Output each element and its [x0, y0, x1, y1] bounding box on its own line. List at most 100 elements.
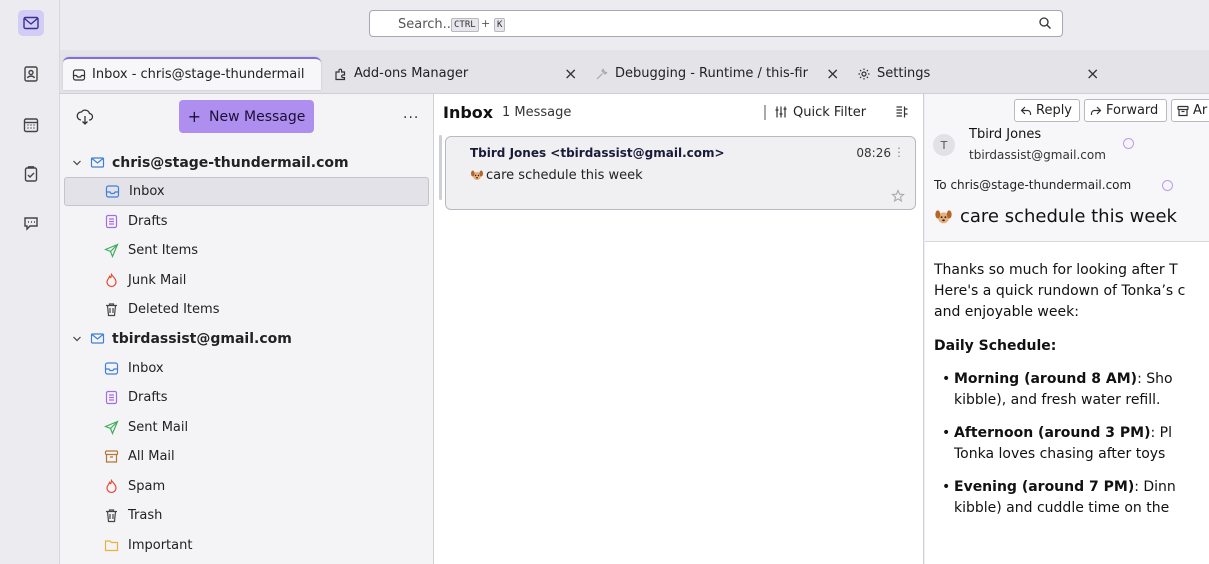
- inbox-icon: [72, 68, 86, 81]
- schedule-heading: Daily Schedule:: [934, 338, 1057, 354]
- item-rest: : Sho: [1137, 371, 1173, 387]
- folder-label: Junk Mail: [128, 273, 187, 288]
- address-book-space-button[interactable]: [18, 61, 44, 87]
- folder-spam[interactable]: Spam: [60, 472, 434, 501]
- tab-settings[interactable]: Settings ×: [848, 57, 1109, 90]
- account-row-tbirdassist[interactable]: tbirdassist@gmail.com: [60, 324, 434, 353]
- intro-paragraph: Thanks so much for looking after T Here'…: [934, 260, 1209, 323]
- mail-space-button[interactable]: [18, 10, 44, 36]
- folder-label: Drafts: [128, 390, 168, 405]
- inbox-icon: [104, 362, 119, 375]
- tab-inbox[interactable]: Inbox - chris@stage-thundermail: [63, 57, 321, 90]
- reply-label: Reply: [1036, 103, 1073, 118]
- get-messages-icon[interactable]: [76, 108, 94, 126]
- schedule-list: Morning (around 8 AM): Sho kibble), and f…: [934, 369, 1209, 519]
- shortcut-plus: +: [481, 17, 491, 30]
- tab-label: Settings: [877, 66, 931, 81]
- chevron-down-icon[interactable]: [72, 334, 82, 344]
- archive-button[interactable]: Ar: [1171, 99, 1209, 122]
- folder-drafts[interactable]: Drafts: [60, 383, 434, 412]
- search-placeholder: Search...: [398, 17, 456, 32]
- shortcut-k-key: K: [494, 18, 506, 32]
- tab-label: Inbox - chris@stage-thundermail: [92, 67, 305, 82]
- divider: [764, 105, 766, 120]
- folder-junk-mail[interactable]: Junk Mail: [60, 266, 434, 295]
- more-options-icon[interactable]: ⋮: [893, 145, 905, 159]
- sender-email[interactable]: tbirdassist@gmail.com: [969, 148, 1106, 162]
- avatar: T: [933, 134, 955, 156]
- folder-inbox[interactable]: Inbox: [60, 354, 434, 383]
- folder-trash[interactable]: Trash: [60, 501, 434, 530]
- quick-filter-button[interactable]: Quick Filter: [793, 105, 866, 120]
- close-tab-icon[interactable]: ×: [826, 64, 839, 83]
- plus-icon: +: [187, 107, 202, 126]
- puzzle-icon: [335, 68, 346, 80]
- email-account-icon: [90, 333, 105, 344]
- reply-button[interactable]: Reply: [1014, 99, 1080, 122]
- close-tab-icon[interactable]: ×: [1086, 64, 1099, 83]
- folder-title: Inbox: [443, 103, 494, 122]
- reply-icon: [1020, 106, 1032, 115]
- drafts-icon: [105, 390, 118, 405]
- new-message-button[interactable]: + New Message: [179, 100, 314, 133]
- tab-debugging[interactable]: Debugging - Runtime / this-fir ×: [586, 57, 848, 90]
- folder-inbox[interactable]: Inbox: [64, 177, 429, 206]
- account-row-chris[interactable]: chris@stage-thundermail.com: [60, 148, 434, 177]
- new-message-label: New Message: [209, 108, 306, 125]
- star-icon[interactable]: [891, 189, 905, 203]
- contact-badge-icon: [1162, 180, 1173, 191]
- trash-icon: [106, 303, 117, 317]
- message-card[interactable]: Tbird Jones <tbirdassist@gmail.com> 08:2…: [445, 136, 916, 210]
- folder-drafts[interactable]: Drafts: [60, 207, 434, 236]
- unified-toolbar: Search... CTRL + K: [60, 0, 1209, 50]
- item-bold: Evening (around 7 PM): [954, 479, 1135, 495]
- folder-pane-menu-button[interactable]: ...: [403, 106, 419, 122]
- folder-label: Important: [128, 538, 193, 553]
- spaces-toolbar: [0, 0, 60, 564]
- forward-button[interactable]: Forward: [1084, 99, 1167, 122]
- sender-name[interactable]: Tbird Jones: [969, 127, 1041, 142]
- list-item: Afternoon (around 3 PM): Pl Tonka loves c…: [936, 423, 1209, 465]
- item-line2: kibble), and fresh water refill.: [954, 392, 1161, 408]
- folder-label: Trash: [128, 508, 163, 523]
- shortcut-ctrl-key: CTRL: [451, 18, 479, 32]
- tab-label: Add-ons Manager: [354, 66, 469, 81]
- search-icon[interactable]: [1038, 16, 1052, 30]
- message-list-header: Inbox 1 Message Quick Filter: [434, 94, 924, 132]
- chat-icon: [24, 217, 38, 231]
- item-bold: Morning (around 8 AM): [954, 371, 1138, 387]
- folder-sent-mail[interactable]: Sent Mail: [60, 413, 434, 442]
- folder-important[interactable]: Important: [60, 531, 434, 560]
- dog-emoji-icon: [471, 170, 483, 180]
- sent-icon: [104, 420, 119, 435]
- message-body: Thanks so much for looking after T Here'…: [934, 260, 1209, 531]
- message-count: 1 Message: [502, 105, 572, 120]
- message-subject: care schedule this week: [486, 168, 643, 183]
- close-tab-icon[interactable]: ×: [564, 64, 577, 83]
- inbox-icon: [105, 185, 120, 198]
- tasks-icon: [24, 166, 38, 182]
- body-line: Thanks so much for looking after T: [934, 262, 1178, 278]
- message-reader-pane: Reply Forward Ar T Tbird Jones tbirdassi…: [925, 94, 1209, 564]
- calendar-icon: [23, 118, 39, 133]
- folder-pane: + New Message ... chris@stage-thundermai…: [60, 94, 434, 564]
- global-search-input[interactable]: Search... CTRL + K: [369, 10, 1063, 37]
- folder-deleted-items[interactable]: Deleted Items: [60, 295, 434, 324]
- tasks-space-button[interactable]: [18, 161, 44, 187]
- recipient-line[interactable]: To chris@stage-thundermail.com: [934, 178, 1131, 192]
- list-layout-icon[interactable]: [895, 105, 909, 119]
- chat-space-button[interactable]: [18, 210, 44, 236]
- folder-label: Sent Mail: [128, 420, 189, 435]
- item-line2: kibble) and cuddle time on the: [954, 500, 1170, 516]
- sent-icon: [104, 243, 119, 258]
- folder-label: All Mail: [128, 449, 175, 464]
- archive-icon: [1177, 105, 1189, 116]
- chevron-down-icon[interactable]: [72, 158, 82, 168]
- calendar-space-button[interactable]: [18, 112, 44, 138]
- folder-all-mail[interactable]: All Mail: [60, 442, 434, 471]
- tab-add-ons-manager[interactable]: Add-ons Manager ×: [325, 57, 586, 90]
- tab-bar: Inbox - chris@stage-thundermail Add-ons …: [60, 50, 1209, 94]
- folder-label: Inbox: [129, 184, 165, 199]
- folder-sent-items[interactable]: Sent Items: [60, 236, 434, 265]
- archive-icon: [104, 450, 119, 463]
